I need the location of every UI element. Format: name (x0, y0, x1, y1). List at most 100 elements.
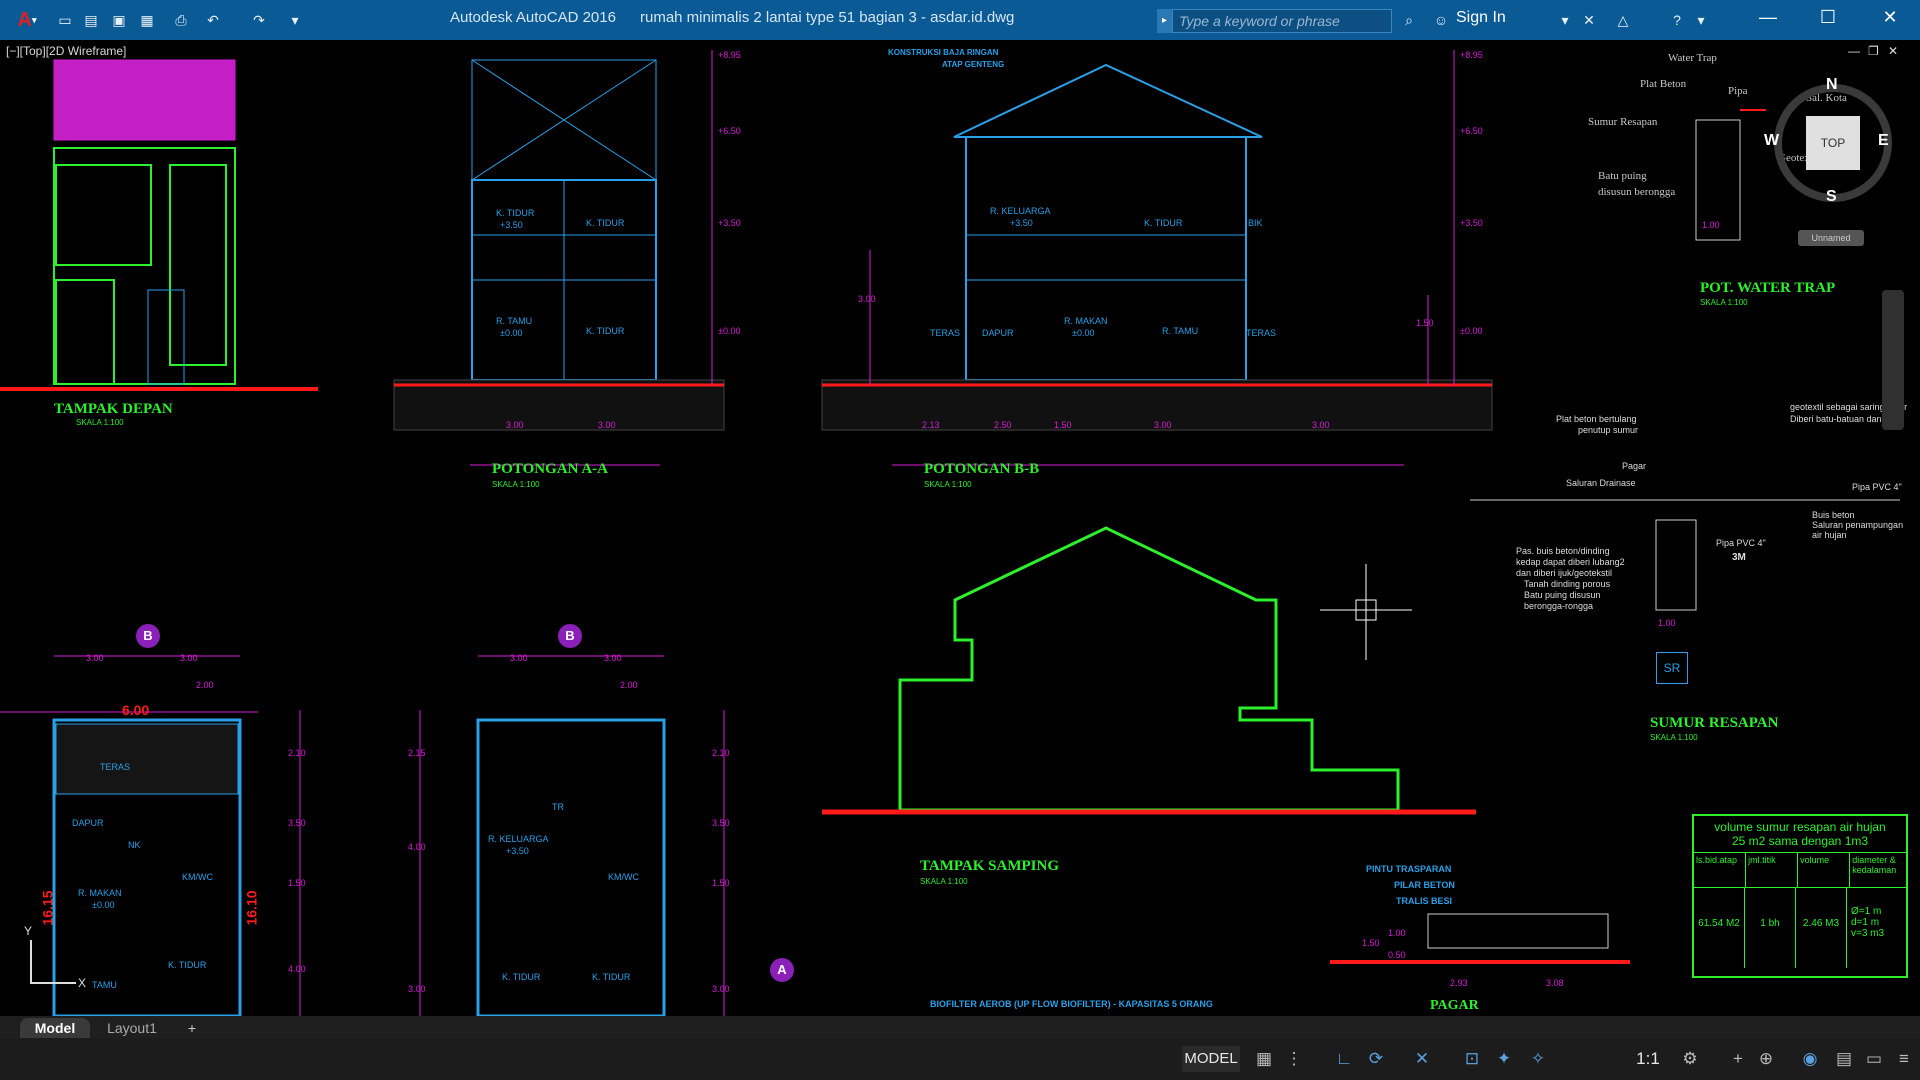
help-icon[interactable]: ? (1668, 11, 1686, 29)
scale-tampak-depan: SKALA 1:100 (76, 418, 124, 427)
isodraft-icon[interactable]: ✕ (1412, 1046, 1432, 1072)
room-label: DAPUR (982, 328, 1014, 338)
dimension-text: 3.00 (858, 294, 876, 304)
search-expand-icon[interactable]: ▸ (1157, 9, 1172, 33)
ortho-icon[interactable]: ∟ (1334, 1046, 1354, 1072)
tab-model[interactable]: Model (20, 1018, 90, 1038)
room-label: DAPUR (72, 818, 104, 828)
note-batu-puing-2: Batu puing disusun (1524, 590, 1601, 600)
table-header-cell: volume (1798, 853, 1851, 887)
room-label: TAMU (92, 980, 117, 990)
dimension-text: 3.00 (598, 420, 616, 430)
dimension-text: 2.10 (288, 748, 306, 758)
polar-icon[interactable]: ⟳ (1366, 1046, 1386, 1072)
tab-add[interactable]: + (180, 1018, 204, 1038)
compass-east[interactable]: E (1878, 132, 1889, 150)
dimension-text: 2.10 (712, 748, 730, 758)
quick-access-dropdown-icon[interactable]: ▾ (286, 11, 304, 29)
room-label: KM/WC (182, 872, 213, 882)
search-input[interactable]: Type a keyword or phrase (1172, 9, 1392, 33)
customization-icon[interactable]: ≡ (1894, 1046, 1914, 1072)
room-label: K. TIDUR (592, 972, 631, 982)
maximize-button[interactable]: ☐ (1800, 0, 1856, 34)
note-water-trap: Water Trap (1668, 52, 1717, 64)
section-marker-a: A (770, 958, 794, 982)
dimension-text: 1.50 (712, 878, 730, 888)
plan-depth-dim: 16.15 (39, 890, 56, 926)
ucs-icon (30, 940, 32, 984)
scale-potongan-aa: SKALA 1:100 (492, 480, 540, 489)
annotation-scale-icon[interactable]: ✧ (1528, 1046, 1548, 1072)
annotation-monitor-icon[interactable]: + (1728, 1046, 1748, 1072)
table-cell: 1 bh (1745, 888, 1796, 968)
drawing-canvas[interactable]: [−][Top][2D Wireframe] TAMPAK DEPAN SKAL… (0, 40, 1920, 1016)
save-icon[interactable]: ▣ (110, 11, 128, 29)
close-button[interactable]: ✕ (1862, 0, 1918, 34)
tab-layout1[interactable]: Layout1 (92, 1018, 172, 1038)
dimension-text: 2.15 (408, 748, 426, 758)
user-icon[interactable]: ☺ (1432, 11, 1450, 29)
application-menu-button[interactable]: A▾ (6, 5, 48, 35)
elevation-tag: +6.50 (718, 126, 741, 136)
ucs-icon-axis (30, 982, 76, 984)
a360-icon[interactable]: △ (1614, 11, 1632, 29)
annotation-visibility-icon[interactable]: ✦ (1494, 1046, 1514, 1072)
volume-table-row: 61.54 M2 1 bh 2.46 M3 Ø=1 m d=1 m v=3 m3 (1694, 888, 1906, 968)
navigation-bar[interactable] (1882, 290, 1904, 430)
compass-south[interactable]: S (1826, 188, 1837, 206)
compass-north[interactable]: N (1826, 76, 1838, 94)
section-marker-b: B (136, 624, 160, 648)
drawing-close-icon[interactable]: ✕ (1888, 44, 1898, 58)
label-potongan-bb: POTONGAN B-B (924, 461, 1040, 477)
sign-in-dropdown-icon[interactable]: ▾ (1556, 11, 1574, 29)
dimension-text: 3.50 (288, 818, 306, 828)
note-pintu: PINTU TRASPARAN (1366, 864, 1452, 874)
room-label: R. KELUARGA (488, 834, 549, 844)
label-pot-water-trap: POT. WATER TRAP (1700, 280, 1836, 296)
sign-in-button[interactable]: Sign In (1456, 9, 1506, 27)
elevation-tag: +6.50 (1460, 126, 1483, 136)
volume-table-subtitle: 25 m2 sama dengan 1m3 (1694, 834, 1906, 853)
new-icon[interactable]: ▭ (56, 11, 74, 29)
drawing-restore-icon[interactable]: ❐ (1868, 44, 1879, 58)
minimize-button[interactable]: — (1740, 0, 1796, 34)
dimension-text: 0.50 (1388, 950, 1406, 960)
saveas-icon[interactable]: ▦ (138, 11, 156, 29)
workspace-gear-icon[interactable]: ⚙ (1680, 1046, 1700, 1072)
annotation-scale-value[interactable]: 1:1 (1634, 1046, 1662, 1072)
units-icon[interactable]: ⊕ (1756, 1046, 1776, 1072)
elevation-tag: +3.50 (718, 218, 741, 228)
ucs-menu[interactable]: Unnamed (1798, 230, 1864, 246)
search-icon[interactable]: ⌕ (1400, 11, 1418, 29)
exchange-icon[interactable]: ✕ (1580, 11, 1598, 29)
snap-icon[interactable]: ⋮ (1284, 1046, 1304, 1072)
room-label: +3.50 (1010, 218, 1033, 228)
open-icon[interactable]: ▤ (82, 11, 100, 29)
label-tampak-samping: TAMPAK SAMPING (920, 858, 1060, 874)
plot-icon[interactable]: ⎙ (172, 11, 190, 29)
grid-icon[interactable]: ▦ (1254, 1046, 1274, 1072)
room-label: K. TIDUR (586, 326, 625, 336)
section-bb (821, 50, 1493, 466)
hardware-acceleration-icon[interactable]: ▤ (1834, 1046, 1854, 1072)
osnap-icon[interactable]: ⊡ (1462, 1046, 1482, 1072)
help-dropdown-icon[interactable]: ▾ (1692, 11, 1710, 29)
redo-icon[interactable]: ↷ (250, 11, 268, 29)
dimension-text: 2.00 (196, 680, 214, 690)
plan-depth-dim: 16.10 (243, 890, 260, 926)
compass-west[interactable]: W (1764, 132, 1779, 150)
note-batu-puing: Batu puing (1598, 170, 1647, 182)
floor-plan-2 (419, 655, 725, 1016)
note-plat-beton-bertulang: Plat beton bertulang (1556, 414, 1637, 424)
clean-screen-icon[interactable]: ▭ (1864, 1046, 1884, 1072)
viewcube-top-face[interactable]: TOP (1806, 116, 1860, 170)
undo-icon[interactable]: ↶ (204, 11, 222, 29)
model-space-button[interactable]: MODEL (1182, 1046, 1240, 1072)
isolate-objects-icon[interactable]: ◉ (1800, 1046, 1820, 1072)
room-label: TR (552, 802, 564, 812)
dimension-text: 3.00 (1154, 420, 1172, 430)
note-saluran-drainase: Saluran Drainase (1566, 478, 1636, 488)
dimension-text: 4.00 (408, 842, 426, 852)
drawing-minimize-icon[interactable]: — (1848, 44, 1860, 58)
note-pipa-pvc: Pipa PVC 4" (1852, 482, 1902, 492)
